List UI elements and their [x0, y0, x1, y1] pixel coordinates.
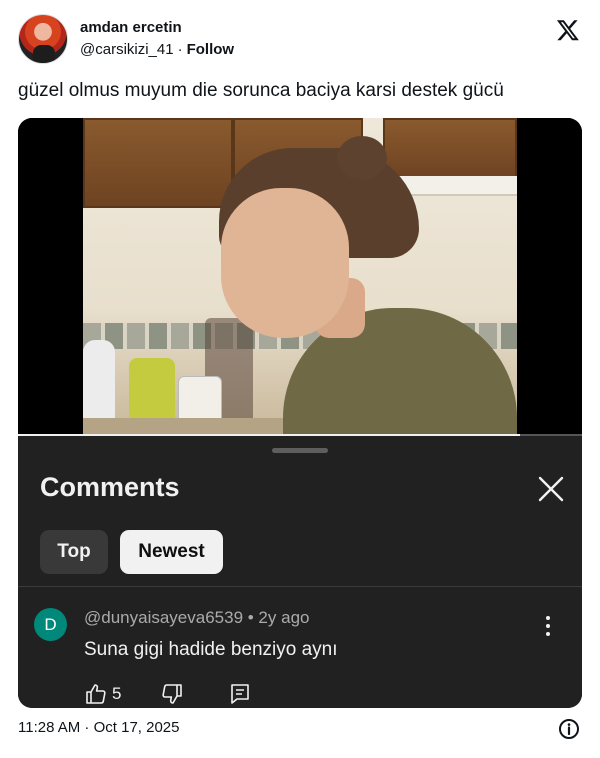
kitchen-cabinet — [383, 118, 517, 180]
thumbs-down-icon[interactable] — [160, 682, 184, 706]
follow-button[interactable]: Follow — [187, 41, 235, 58]
kettle — [83, 340, 115, 430]
comment-avatar[interactable]: D — [34, 608, 67, 641]
tweet-media[interactable]: Comments Top Newest D @dunyaisayeva6539 … — [18, 118, 582, 708]
author-avatar[interactable] — [18, 14, 68, 64]
like-count: 5 — [112, 684, 122, 703]
more-options-icon[interactable] — [536, 612, 560, 640]
tweet-footer: 11:28 AM · Oct 17, 2025 — [18, 718, 584, 740]
close-icon[interactable] — [534, 472, 568, 506]
comments-sheet: Comments Top Newest D @dunyaisayeva6539 … — [18, 436, 582, 708]
sort-chip-top[interactable]: Top — [40, 530, 108, 574]
kitchen-cabinet — [83, 118, 233, 208]
sheet-drag-handle[interactable] — [272, 448, 328, 453]
reply-icon[interactable] — [228, 682, 252, 706]
info-icon[interactable] — [558, 718, 580, 740]
tweet-header: amdan ercetin @carsikizi_41 · Follow — [18, 14, 584, 66]
video-player[interactable] — [18, 118, 582, 437]
comments-title: Comments — [40, 472, 180, 502]
author-handle[interactable]: @carsikizi_41 — [80, 41, 174, 58]
person-face — [221, 188, 349, 338]
person-hair-bun — [337, 136, 387, 180]
comment-text: Suna gigi hadide benziyo aynı — [84, 639, 338, 660]
comment-meta[interactable]: @dunyaisayeva6539 • 2y ago — [84, 608, 309, 628]
separator-dot: · — [177, 41, 183, 58]
author-handle-row: @carsikizi_41 · Follow — [80, 41, 234, 58]
author-name[interactable]: amdan ercetin — [80, 19, 182, 36]
tweet-text: güzel olmus muyum die sorunca baciya kar… — [18, 80, 504, 101]
x-logo-icon[interactable] — [556, 18, 580, 42]
tweet-timestamp[interactable]: 11:28 AM · Oct 17, 2025 — [18, 719, 179, 736]
video-frame — [83, 118, 517, 434]
thumbs-up-icon[interactable] — [84, 682, 108, 706]
divider — [18, 586, 582, 587]
sort-chip-newest[interactable]: Newest — [120, 530, 223, 574]
